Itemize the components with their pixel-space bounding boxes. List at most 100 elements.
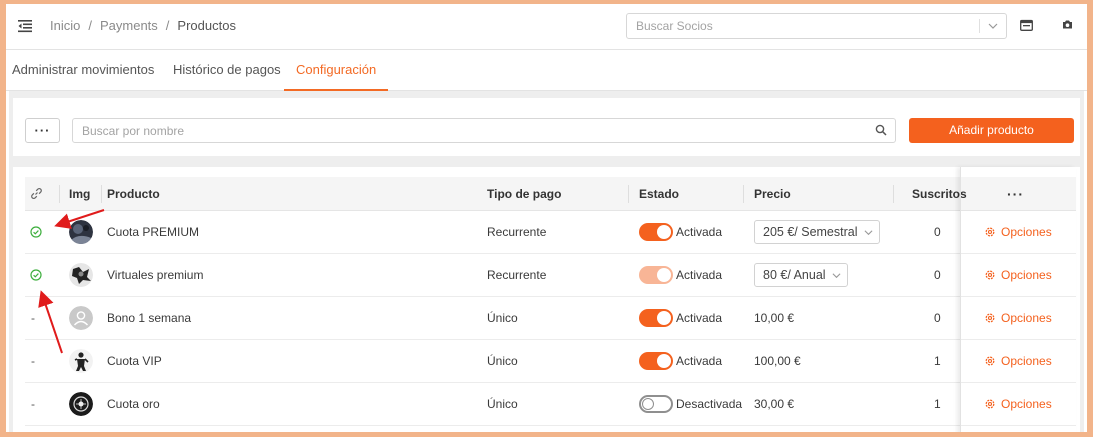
check-circle-icon	[30, 269, 42, 281]
product-name: Cuota PREMIUM	[107, 225, 200, 239]
options-button[interactable]: Opciones	[984, 340, 1052, 382]
header-divider	[59, 185, 60, 203]
header-suscritos[interactable]: Suscritos	[912, 177, 967, 210]
table-row: Virtuales premium Recurrente Activada 80…	[25, 254, 1076, 297]
status-toggle[interactable]	[639, 395, 673, 413]
more-actions-button[interactable]: ···	[25, 118, 60, 143]
chevron-down-icon	[864, 229, 872, 235]
tab-bar: Administrar movimientos Histórico de pag…	[6, 50, 1087, 91]
tab-administrar-movimientos[interactable]: Administrar movimientos	[12, 50, 154, 91]
gear-icon	[985, 399, 995, 409]
product-image	[69, 340, 93, 382]
status-toggle[interactable]	[639, 266, 673, 284]
options-label: Opciones	[1001, 311, 1052, 325]
name-search-box	[72, 118, 896, 143]
link-status	[30, 211, 42, 253]
price-cell: 205 €/ Semestral	[754, 211, 880, 253]
toggle-knob	[657, 225, 671, 239]
price-select[interactable]: 80 €/ Anual	[754, 263, 848, 287]
camera-icon[interactable]	[1062, 19, 1073, 30]
header-column-options[interactable]: ···	[1007, 177, 1024, 210]
options-button[interactable]: Opciones	[984, 297, 1052, 339]
breadcrumb-payments[interactable]: Payments	[100, 18, 158, 33]
subscribers-count: 0	[934, 268, 941, 282]
options-button[interactable]: Opciones	[984, 383, 1052, 425]
table-row: - Bono 1 semana Único Activada 10,00 € 0…	[25, 297, 1076, 340]
price-value: 100,00 €	[754, 354, 801, 368]
payment-type: Único	[487, 311, 518, 325]
link-status: -	[31, 397, 35, 411]
gear-icon	[985, 270, 995, 280]
product-image	[69, 254, 93, 296]
gear-icon	[985, 227, 995, 237]
header-divider	[101, 185, 102, 203]
options-label: Opciones	[1001, 225, 1052, 239]
link-icon	[31, 188, 42, 199]
price-value: 205 €/ Semestral	[763, 225, 858, 239]
calendar-icon[interactable]	[1020, 19, 1033, 31]
header-img: Img	[69, 186, 91, 201]
status-toggle[interactable]	[639, 352, 673, 370]
header-link	[31, 177, 42, 210]
select-divider	[979, 19, 980, 33]
status-toggle[interactable]	[639, 223, 673, 241]
product-name: Cuota VIP	[107, 354, 162, 368]
status-label: Activada	[676, 268, 723, 282]
payment-type: Recurrente	[487, 268, 547, 282]
product-name: Cuota oro	[107, 397, 160, 411]
header-estado[interactable]: Estado	[639, 177, 679, 210]
status-label: Activada	[676, 311, 723, 325]
gear-icon	[985, 356, 995, 366]
header-divider	[743, 185, 744, 203]
options-label: Opciones	[1001, 397, 1052, 411]
options-label: Opciones	[1001, 268, 1052, 282]
product-name: Bono 1 semana	[107, 311, 192, 325]
header-tipo-pago[interactable]: Tipo de pago	[487, 177, 561, 210]
breadcrumb: Inicio / Payments / Productos	[50, 18, 236, 33]
options-label: Opciones	[1001, 354, 1052, 368]
price-value: 30,00 €	[754, 397, 795, 411]
header-producto[interactable]: Producto	[107, 177, 160, 210]
search-icon[interactable]	[875, 124, 887, 136]
product-image	[69, 297, 93, 339]
partner-search-select[interactable]	[626, 13, 1007, 39]
breadcrumb-separator: /	[165, 18, 170, 33]
link-status: -	[31, 354, 35, 368]
products-table-card: Img Producto Tipo de pago Estado Precio …	[13, 167, 1080, 432]
price-cell: 80 €/ Anual	[754, 254, 848, 296]
options-button[interactable]: Opciones	[984, 211, 1052, 253]
status-toggle-cell: Activada	[639, 211, 722, 253]
partner-search-input[interactable]	[627, 14, 967, 38]
options-button[interactable]: Opciones	[984, 254, 1052, 296]
breadcrumb-home[interactable]: Inicio	[50, 18, 80, 33]
chevron-down-icon	[832, 272, 841, 278]
avatar	[69, 220, 93, 244]
breadcrumb-current: Productos	[177, 18, 236, 33]
header-precio[interactable]: Precio	[754, 177, 791, 210]
chevron-down-icon[interactable]	[988, 21, 998, 31]
avatar	[69, 263, 93, 287]
name-search-input[interactable]	[73, 119, 863, 142]
avatar	[69, 349, 93, 373]
status-toggle-cell: Desactivada	[639, 383, 742, 425]
app-frame: Inicio / Payments / Productos Administra…	[6, 4, 1087, 432]
add-product-button[interactable]: Añadir producto	[909, 118, 1074, 143]
tab-configuracion[interactable]: Configuración	[284, 50, 389, 91]
content-area: ··· Añadir producto	[9, 91, 1084, 432]
toggle-knob	[642, 398, 654, 410]
price-select[interactable]: 205 €/ Semestral	[754, 220, 880, 244]
status-toggle-cell: Activada	[639, 254, 722, 296]
status-toggle-cell: Activada	[639, 340, 722, 382]
check-circle-icon	[30, 226, 42, 238]
menu-icon[interactable]	[18, 19, 32, 33]
price-value: 10,00 €	[754, 311, 795, 325]
payment-type: Único	[487, 397, 518, 411]
status-toggle[interactable]	[639, 309, 673, 327]
tab-historico-pagos[interactable]: Histórico de pagos	[173, 50, 281, 91]
subscribers-count: 1	[934, 397, 941, 411]
header-divider	[628, 185, 629, 203]
header-divider	[893, 185, 894, 203]
table-header: Img Producto Tipo de pago Estado Precio …	[25, 177, 1076, 211]
subscribers-count: 1	[934, 354, 941, 368]
toggle-knob	[657, 311, 671, 325]
